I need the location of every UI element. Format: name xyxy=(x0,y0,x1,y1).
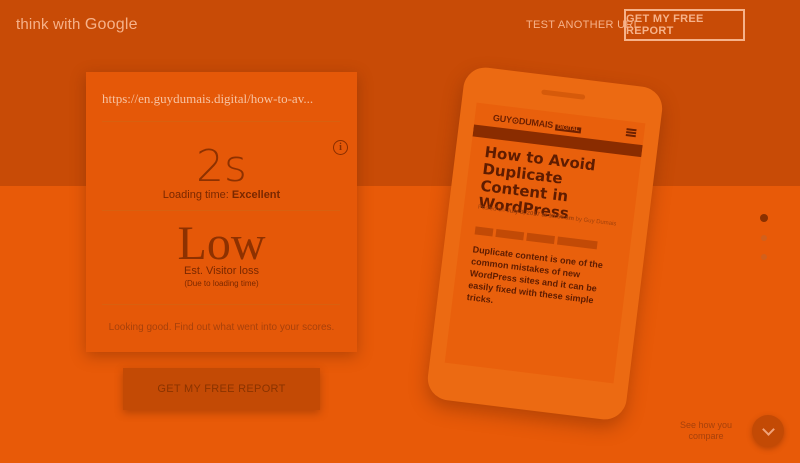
pagination-dot-3[interactable] xyxy=(761,254,767,260)
post-tag xyxy=(495,228,525,241)
menu-icon xyxy=(625,128,637,138)
divider xyxy=(102,210,340,211)
get-report-button[interactable]: GET MY FREE REPORT xyxy=(123,368,320,410)
divider xyxy=(102,304,340,305)
visitor-loss-note: (Due to loading time) xyxy=(184,279,259,288)
phone-screen: GUY⊙DUMAIS DIGITAL How to Avoid Duplicat… xyxy=(444,102,646,384)
pagination-dot-1[interactable] xyxy=(760,214,768,222)
site-logo-suffix: DIGITAL xyxy=(554,124,582,134)
visitor-loss-label: Est. Visitor loss xyxy=(184,265,259,277)
logo[interactable]: think with Google xyxy=(16,16,138,34)
post-tag xyxy=(526,232,555,245)
see-how-compare-text: See how you compare xyxy=(679,420,733,441)
loading-time-label: Loading time: Excellent xyxy=(86,189,357,201)
results-card: https://en.guydumais.digital/how-to-av..… xyxy=(86,72,357,352)
post-tag xyxy=(474,226,494,237)
post-tag xyxy=(556,236,598,250)
post-meta-prefix: Posted on xyxy=(477,204,507,215)
scroll-down-button[interactable] xyxy=(752,415,784,447)
visitor-loss-value: Low xyxy=(177,217,266,270)
phone-mockup: GUY⊙DUMAIS DIGITAL How to Avoid Duplicat… xyxy=(425,65,665,422)
card-footer-text: Looking good. Find out what went into yo… xyxy=(108,322,335,333)
divider xyxy=(102,121,340,122)
tested-url: https://en.guydumais.digital/how-to-av..… xyxy=(102,91,314,106)
chevron-down-icon xyxy=(761,422,775,436)
logo-prefix: think with xyxy=(16,16,85,33)
header-report-button[interactable]: GET MY FREE REPORT xyxy=(624,9,745,41)
loading-time-text: Loading time: xyxy=(162,189,232,201)
test-another-url-link[interactable]: TEST ANOTHER URL xyxy=(526,19,640,31)
logo-brand: Google xyxy=(84,16,138,33)
pagination-dot-2[interactable] xyxy=(761,235,767,241)
loading-time-rating: Excellent xyxy=(231,189,281,201)
loading-time-value: 2s xyxy=(196,141,247,192)
